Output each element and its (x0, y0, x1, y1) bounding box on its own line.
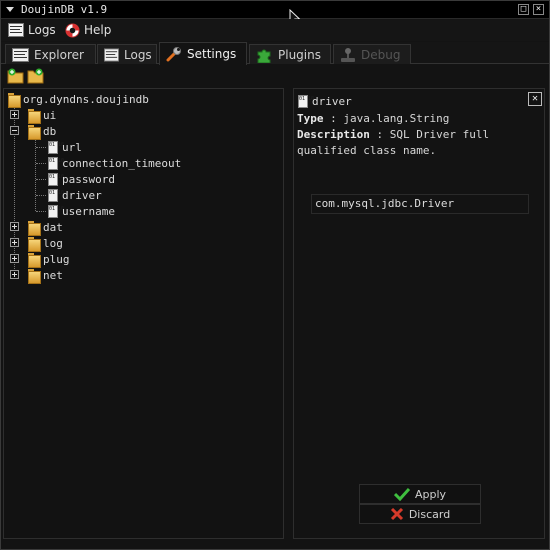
tab-explorer-label: Explorer (34, 47, 84, 62)
detail-type-value: java.lang.String (343, 112, 450, 125)
main-window: DoujinDB v1.9 □ × Logs Help Explorer Log… (0, 0, 550, 550)
tree-item-connection-timeout[interactable]: 01 10 connection_timeout (48, 155, 181, 171)
explorer-icon (12, 47, 29, 62)
tab-plugins[interactable]: Plugins (249, 44, 331, 64)
tab-debug-label: Debug (361, 47, 401, 62)
tree-line (36, 195, 46, 196)
expand-icon[interactable] (10, 238, 19, 247)
tree-item-label: connection_timeout (62, 156, 182, 170)
tree-item-driver[interactable]: 01 10 driver (48, 187, 102, 203)
detail-desc-line1: SQL Driver full (389, 128, 490, 141)
tree-item-log[interactable]: log (28, 235, 63, 252)
tree-item-password[interactable]: 01 10 password (48, 171, 115, 187)
tree-item-label: net (43, 268, 63, 282)
menu-help-label: Help (84, 23, 112, 37)
tree-item-url[interactable]: 01 10 url (48, 139, 82, 155)
tab-debug[interactable]: Debug (333, 44, 411, 64)
detail-type: Type : java.lang.String (297, 112, 450, 125)
folder-new-icon[interactable] (7, 68, 24, 84)
folder-icon (28, 252, 41, 268)
file-icon: 01 10 (48, 172, 64, 186)
tab-settings[interactable]: Settings (159, 42, 247, 65)
tab-logs[interactable]: Logs (97, 44, 157, 64)
tree-line (35, 139, 36, 211)
collapse-icon[interactable] (10, 126, 19, 135)
window-menu-arrow-icon[interactable] (6, 7, 14, 12)
log-icon (104, 47, 119, 62)
tree-item-label: url (62, 140, 82, 154)
apply-button-label: Apply (414, 487, 447, 501)
expand-icon[interactable] (10, 222, 19, 231)
file-icon: 01 10 (48, 156, 64, 170)
file-icon: 01 10 (48, 204, 64, 218)
tab-logs-label: Logs (124, 47, 152, 62)
maximize-icon[interactable]: □ (518, 4, 529, 15)
file-icon: 01 10 (48, 140, 64, 154)
tree-item-label: plug (43, 252, 70, 266)
discard-button-label: Discard (408, 507, 451, 521)
tree-root-label: org.dyndns.doujindb (23, 92, 149, 106)
tree-item-label: driver (62, 188, 102, 202)
detail-desc-line2: qualified class name. (297, 144, 437, 157)
folder-open-icon (28, 124, 41, 140)
tree-item-db[interactable]: db (28, 123, 57, 140)
tree-line (36, 179, 46, 180)
menu-logs-label: Logs (28, 23, 56, 37)
apply-button[interactable]: Apply (359, 484, 481, 504)
detail-type-label: Type (297, 112, 324, 125)
lifebuoy-icon (65, 22, 80, 38)
tree-toolbar (1, 65, 549, 87)
tree-item-label: dat (43, 220, 63, 234)
tab-settings-label: Settings (187, 47, 237, 61)
expand-icon[interactable] (10, 270, 19, 279)
menu-logs[interactable]: Logs (8, 21, 56, 39)
menu-bar: Logs Help (1, 19, 549, 41)
folder-icon (8, 92, 21, 108)
tree-item-net[interactable]: net (28, 267, 63, 284)
tree-line (36, 211, 46, 212)
detail-header: 01 10 driver (298, 93, 352, 109)
tree-item-label: username (62, 204, 115, 218)
folder-icon (28, 236, 41, 252)
tab-plugins-label: Plugins (278, 47, 321, 62)
setting-value-field[interactable]: com.mysql.jdbc.Driver (311, 194, 529, 214)
tree-item-label: db (43, 124, 57, 138)
tree-item-label: log (43, 236, 63, 250)
detail-name: driver (312, 94, 352, 108)
tree-item-plug[interactable]: plug (28, 251, 70, 268)
detail-description-cont: qualified class name. (297, 144, 436, 157)
detail-description: Description : SQL Driver full (297, 128, 490, 141)
tree-item-username[interactable]: 01 10 username (48, 203, 115, 219)
tab-explorer[interactable]: Explorer (5, 44, 96, 64)
wrench-icon (166, 47, 181, 62)
puzzle-icon (257, 49, 271, 63)
cross-icon (390, 507, 403, 521)
tree-root[interactable]: org.dyndns.doujindb (8, 91, 149, 108)
detail-desc-label: Description (297, 128, 370, 141)
menu-help[interactable]: Help (65, 21, 111, 39)
file-icon: 01 10 (298, 94, 314, 108)
joystick-icon (341, 47, 355, 62)
expand-icon[interactable] (10, 254, 19, 263)
folder-icon (28, 268, 41, 284)
close-window-icon[interactable]: × (533, 4, 544, 15)
title-bar[interactable]: DoujinDB v1.9 □ × (1, 1, 549, 27)
tree-item-label: ui (43, 108, 57, 122)
discard-button[interactable]: Discard (359, 504, 481, 524)
tree-line (36, 147, 46, 148)
folder-add-icon[interactable] (27, 68, 44, 84)
tree-item-label: password (62, 172, 115, 186)
log-icon (8, 23, 24, 37)
close-detail-button[interactable]: ✕ (528, 92, 542, 106)
tree-item-dat[interactable]: dat (28, 219, 63, 236)
window-title: DoujinDB v1.9 (21, 3, 108, 16)
tab-bar: Explorer Logs Settings Plugins Debug (1, 42, 549, 65)
folder-icon (28, 108, 41, 124)
checkmark-icon (393, 487, 410, 501)
tree-line (36, 163, 46, 164)
expand-icon[interactable] (10, 110, 19, 119)
folder-icon (28, 220, 41, 236)
file-icon: 01 10 (48, 188, 64, 202)
tree-item-ui[interactable]: ui (28, 107, 57, 124)
